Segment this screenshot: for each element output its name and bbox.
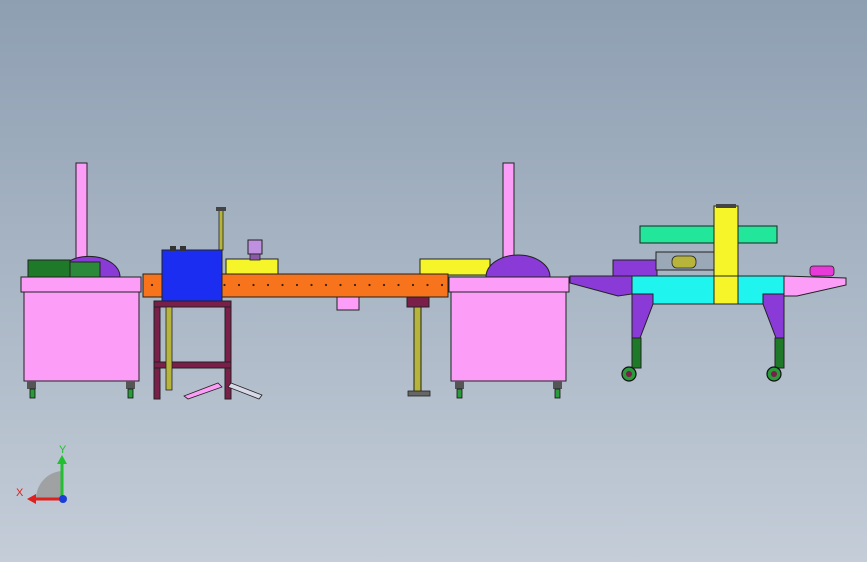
left-green-block — [27, 259, 71, 278]
sealer-column-cap — [716, 204, 736, 208]
conveyor-roller-dot — [266, 283, 270, 287]
conveyor-roller-dot — [426, 283, 429, 287]
stand-inner-post — [165, 306, 173, 391]
left-cabinet-caster-l — [27, 381, 36, 389]
right-cabinet-unit[interactable] — [448, 276, 570, 399]
conveyor-right-leg — [413, 306, 422, 393]
conveyor-roller-dot — [339, 283, 342, 287]
sealer-left-caster-hub — [626, 371, 632, 377]
outfeed-roller-table — [783, 275, 847, 297]
stand-top-rail — [153, 300, 232, 308]
sensor-head — [247, 239, 263, 255]
outfeed-handle — [809, 265, 835, 277]
sealer-left-foot — [631, 337, 642, 369]
left-cabinet-unit[interactable] — [20, 162, 142, 399]
coordinate-triad: Y X — [16, 444, 67, 504]
blue-box-knob-2 — [180, 246, 186, 251]
sealer-right-caster-hub — [771, 371, 777, 377]
tape-roll — [671, 255, 697, 269]
left-cabinet-caster-wheel-r — [127, 388, 134, 399]
carton-sealer-machine[interactable] — [569, 204, 847, 382]
triad-x-label: X — [16, 487, 24, 499]
blue-box-knob-1 — [170, 246, 176, 251]
sealer-right-foot — [774, 337, 785, 369]
conveyor-roller-dot — [397, 283, 400, 287]
infeed-roller-table — [569, 275, 633, 297]
conveyor-roller-dot — [382, 283, 386, 287]
sealer-left-leg-brace — [631, 293, 654, 339]
right-cabinet-caster-wheel-r — [554, 388, 561, 399]
conveyor-roller-dot — [223, 283, 226, 287]
conveyor-roller-dot — [411, 283, 415, 287]
conveyor-under-block — [336, 296, 360, 311]
sensor-mount — [249, 253, 261, 261]
blue-box-antenna-tip — [216, 207, 226, 211]
stand-foot-brace-l — [183, 382, 223, 400]
conveyor-right-foot — [407, 390, 431, 397]
conveyor-roller-dot — [310, 283, 313, 287]
cad-viewport[interactable]: Y X — [0, 0, 867, 562]
triad-y-label: Y — [59, 444, 67, 456]
left-cabinet-caster-r — [126, 381, 135, 389]
left-cabinet-top — [20, 276, 142, 293]
conveyor-roller-dot — [237, 283, 241, 287]
triad-z-axis — [59, 495, 67, 503]
right-cabinet-body — [450, 291, 567, 382]
stand-foot-brace-r — [227, 382, 263, 400]
triad-y-arrowhead — [57, 455, 67, 464]
triad-x-arrowhead — [27, 494, 36, 504]
right-yellow-guide — [419, 258, 491, 276]
right-cabinet-caster-r — [553, 381, 562, 389]
sealer-column-lower — [713, 275, 739, 305]
left-green-block-2 — [69, 261, 101, 278]
sealer-top-bracket — [612, 259, 658, 277]
blue-sealer-station[interactable] — [153, 207, 263, 400]
stand-left-leg — [153, 306, 161, 400]
conveyor-roller-dot — [252, 283, 255, 287]
right-cabinet-top — [448, 276, 570, 293]
right-cabinet-caster-wheel-l — [456, 388, 463, 399]
conveyor-roller-dot — [440, 283, 444, 287]
conveyor-roller-dot — [295, 283, 299, 287]
triad-plane-quadrant — [35, 471, 62, 499]
stand-mid-rail — [153, 361, 232, 369]
conveyor-leg-mount — [406, 296, 430, 308]
right-cabinet-caster-l — [455, 381, 464, 389]
sealer-right-leg-brace — [762, 293, 785, 339]
left-cabinet-caster-wheel-l — [29, 388, 36, 399]
right-purple-disc — [485, 254, 551, 278]
left-cabinet-body — [23, 291, 140, 382]
conveyor-roller-dot — [281, 283, 284, 287]
assembly-drawing[interactable]: Y X — [0, 0, 867, 562]
sealer-body — [631, 275, 785, 305]
conveyor-roller-dot — [150, 283, 154, 287]
conveyor-roller-dot — [353, 283, 357, 287]
blue-box-antenna — [218, 209, 224, 251]
top-belt-drive — [639, 225, 778, 244]
blue-control-box — [161, 249, 223, 302]
conveyor-roller-dot — [324, 283, 328, 287]
left-yellow-guide — [225, 258, 279, 276]
conveyor-roller-dot — [368, 283, 371, 287]
